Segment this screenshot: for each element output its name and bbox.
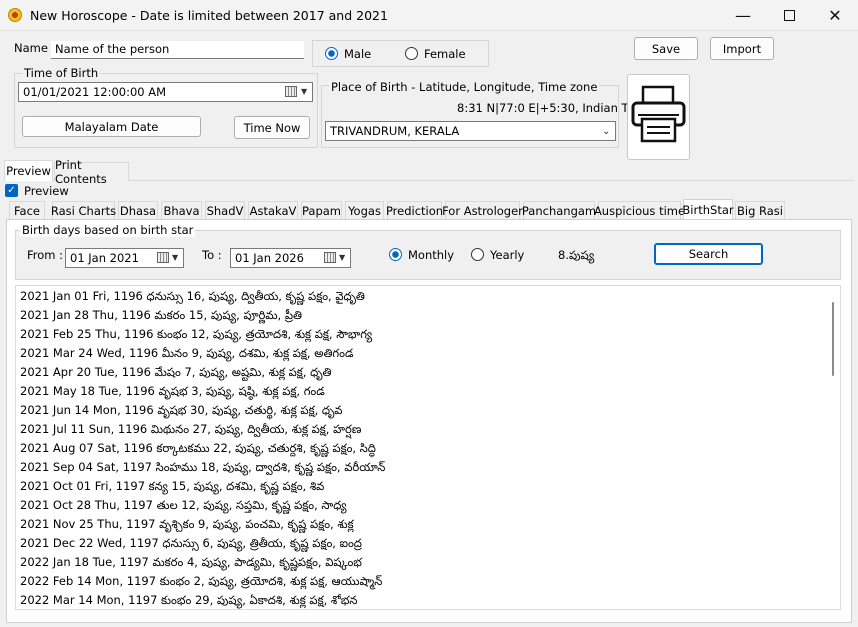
male-label: Male	[344, 47, 372, 61]
tab-papam[interactable]: Papam	[301, 201, 342, 219]
place-value: TRIVANDRUM, KERALA	[330, 124, 460, 138]
list-item[interactable]: 2021 May 18 Tue, 1196 వృషభ 3, పుష్య, షష్…	[16, 382, 840, 401]
list-item[interactable]: 2021 Mar 24 Wed, 1196 మీనం 9, పుష్య, దశమ…	[16, 344, 840, 363]
scrollbar-thumb[interactable]	[832, 302, 834, 376]
list-item[interactable]: 2021 Nov 25 Thu, 1197 వృశ్చికం 9, పుష్య,…	[16, 515, 840, 534]
coords-text: 8:31 N|77:0 E|+5:30, Indian Time	[457, 101, 650, 115]
chevron-down-icon[interactable]: ⌄	[602, 126, 610, 137]
import-button[interactable]: Import	[710, 37, 774, 60]
tab-big-rasi[interactable]: Big Rasi	[735, 201, 785, 219]
list-item[interactable]: 2021 Apr 20 Tue, 1196 మేషం 7, పుష్య, అష్…	[16, 363, 840, 382]
malayalam-date-button[interactable]: Malayalam Date	[22, 116, 201, 137]
datetime-picker[interactable]: 01/01/2021 12:00:00 AM	[18, 82, 313, 102]
list-item[interactable]: 2021 Jan 01 Fri, 1196 ధనుస్సు 16, పుష్య,…	[16, 287, 840, 306]
preview-checkbox-label: Preview	[24, 184, 69, 198]
minimize-icon: —	[735, 6, 751, 25]
datetime-value: 01/01/2021 12:00:00 AM	[23, 85, 167, 99]
minimize-button[interactable]: —	[720, 0, 766, 31]
to-date-value: 01 Jan 2026	[235, 251, 304, 265]
chevron-down-icon[interactable]: ▼	[172, 253, 178, 262]
tab-prediction[interactable]: Prediction	[386, 201, 443, 219]
list-item[interactable]: 2022 Mar 14 Mon, 1197 కుంభం 29, పుష్య, ఏ…	[16, 591, 840, 609]
chevron-down-icon[interactable]: ▼	[339, 253, 345, 262]
list-item[interactable]: 2022 Feb 14 Mon, 1197 కుంభం 2, పుష్య, త్…	[16, 572, 840, 591]
tab-panchangam[interactable]: Panchangam	[522, 201, 596, 219]
list-item[interactable]: 2021 Jul 11 Sun, 1196 మిథునం 27, పుష్య, …	[16, 420, 840, 439]
calendar-icon[interactable]	[157, 252, 169, 263]
birthstar-group-label: Birth days based on birth star	[20, 223, 196, 237]
list-item[interactable]: 2021 Aug 07 Sat, 1196 కర్కాటకము 22, పుష్…	[16, 439, 840, 458]
tab-bhava[interactable]: Bhava	[161, 201, 202, 219]
list-item[interactable]: 2021 Feb 25 Thu, 1196 కుంభం 12, పుష్య, త…	[16, 325, 840, 344]
from-date-value: 01 Jan 2021	[70, 251, 139, 265]
time-now-button[interactable]: Time Now	[234, 116, 310, 139]
to-label: To :	[202, 248, 222, 262]
list-item[interactable]: 2021 Dec 22 Wed, 1197 ధనుస్సు 6, పుష్య, …	[16, 534, 840, 553]
tab-preview[interactable]: Preview	[4, 160, 53, 181]
male-radio[interactable]	[325, 47, 338, 60]
maximize-icon	[783, 10, 795, 21]
tab-for-astrologer[interactable]: For Astrologer	[442, 201, 523, 219]
print-button[interactable]	[627, 74, 690, 160]
yearly-radio[interactable]	[471, 248, 484, 261]
save-button[interactable]: Save	[634, 37, 698, 60]
list-item[interactable]: 2021 Sep 04 Sat, 1197 సింహము 18, పుష్య, …	[16, 458, 840, 477]
top-tab-strip	[4, 180, 854, 181]
results-list[interactable]: 2021 Jan 01 Fri, 1196 ధనుస్సు 16, పుష్య,…	[15, 285, 841, 610]
maximize-button[interactable]	[766, 0, 812, 31]
printer-icon	[631, 85, 686, 143]
monthly-radio[interactable]	[389, 248, 402, 261]
app-icon	[8, 8, 22, 22]
close-icon: ✕	[828, 6, 842, 25]
list-item[interactable]: 2022 Jan 18 Tue, 1197 మకరం 4, పుష్య, పాడ…	[16, 553, 840, 572]
monthly-label: Monthly	[408, 248, 455, 262]
name-input[interactable]: Name of the person	[51, 41, 304, 59]
close-button[interactable]: ✕	[812, 0, 858, 31]
list-item[interactable]: 2021 Jun 14 Mon, 1196 వృషభ 30, పుష్య, చత…	[16, 401, 840, 420]
list-item[interactable]: 2021 Jan 28 Thu, 1196 మకరం 15, పుష్య, పూ…	[16, 306, 840, 325]
name-label: Name	[14, 41, 48, 55]
tab-astakav[interactable]: AstakaV	[248, 201, 298, 219]
list-item[interactable]: 2021 Oct 01 Fri, 1197 కన్య 15, పుష్య, దశ…	[16, 477, 840, 496]
tab-rasi-charts[interactable]: Rasi Charts	[51, 201, 116, 219]
tab-face[interactable]: Face	[9, 201, 45, 219]
window-title: New Horoscope - Date is limited between …	[30, 8, 388, 23]
place-select[interactable]: TRIVANDRUM, KERALA	[325, 121, 616, 141]
calendar-icon[interactable]	[324, 252, 336, 263]
tab-yogas[interactable]: Yogas	[345, 201, 384, 219]
female-label: Female	[424, 47, 466, 61]
from-label: From :	[27, 248, 64, 262]
yearly-label: Yearly	[490, 248, 525, 262]
tab-dhasa[interactable]: Dhasa	[118, 201, 158, 219]
list-item[interactable]: 2021 Oct 28 Thu, 1197 తుల 12, పుష్య, సప్…	[16, 496, 840, 515]
chevron-down-icon[interactable]: ▼	[301, 87, 307, 96]
female-radio[interactable]	[405, 47, 418, 60]
tab-birthstar[interactable]: BirthStar	[682, 199, 734, 220]
tab-print-contents[interactable]: Print Contents	[54, 158, 129, 186]
place-label: Place of Birth - Latitude, Longitude, Ti…	[329, 80, 600, 94]
time-of-birth-label: Time of Birth	[22, 66, 101, 80]
birth-star-value: 8.పుష్య	[558, 248, 595, 262]
search-button[interactable]: Search	[654, 243, 763, 265]
tab-shadv[interactable]: ShadV	[205, 201, 245, 219]
tab-auspicious-time[interactable]: Auspicious time	[594, 201, 685, 219]
calendar-icon[interactable]	[285, 86, 297, 97]
preview-checkbox[interactable]: ✓	[5, 184, 18, 197]
